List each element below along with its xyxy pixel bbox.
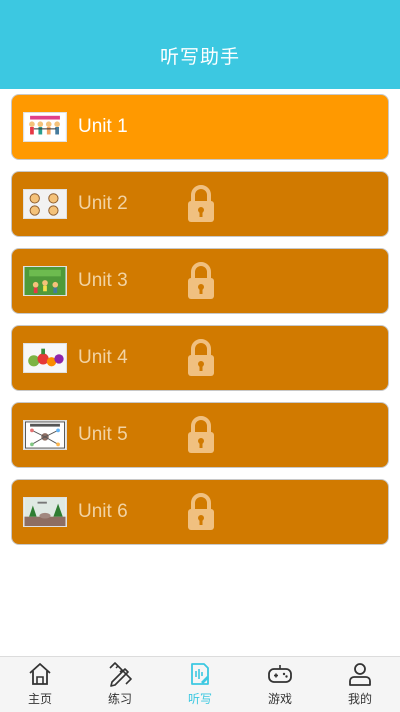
unit-card-3[interactable]: Unit 3 [11, 248, 389, 314]
unit-card-1[interactable]: Unit 1 [11, 94, 389, 160]
unit-card-6[interactable]: Unit 6 [11, 479, 389, 545]
tree-diagram-icon [23, 420, 67, 450]
playtime-icon [23, 266, 67, 296]
nav-label-home: 主页 [27, 692, 52, 706]
unit-label: Unit 4 [78, 347, 128, 368]
nav-item-dictation[interactable]: 听写 [160, 657, 240, 712]
vegetables-icon [23, 343, 67, 373]
nav-label-dictation: 听写 [187, 692, 212, 706]
unit-card-5[interactable]: Unit 5 [11, 402, 389, 468]
unit-label: Unit 2 [78, 193, 128, 214]
kids-holding-hands-icon [23, 112, 67, 142]
bottom-nav: 主页 练习 听写 游戏 我的 [0, 656, 400, 712]
unit-label: Unit 3 [78, 270, 128, 291]
home-icon [29, 663, 51, 685]
lock-icon [188, 185, 214, 222]
app-header: 听写助手 [0, 0, 400, 89]
unit-label: Unit 5 [78, 424, 128, 445]
nav-item-games[interactable]: 游戏 [240, 657, 320, 712]
nav-item-home[interactable]: 主页 [0, 657, 80, 712]
gamepad-icon [268, 665, 292, 683]
children-faces-icon [23, 189, 67, 219]
unit-list: Unit 1 Unit 2 Unit 3 Unit 4 Unit 5 Unit … [11, 94, 389, 556]
nav-item-mine[interactable]: 我的 [320, 657, 400, 712]
farm-scene-icon [23, 497, 67, 527]
nav-label-games: 游戏 [267, 692, 292, 706]
unit-card-2[interactable]: Unit 2 [11, 171, 389, 237]
unit-card-4[interactable]: Unit 4 [11, 325, 389, 391]
lock-icon [188, 262, 214, 299]
nav-label-mine: 我的 [347, 692, 372, 706]
nav-label-practice: 练习 [107, 692, 132, 706]
page-title: 听写助手 [159, 46, 240, 68]
nav-item-practice[interactable]: 练习 [80, 657, 160, 712]
lock-icon [188, 339, 214, 376]
dictation-icon [191, 663, 209, 685]
lock-icon [188, 416, 214, 453]
unit-label: Unit 1 [78, 116, 128, 137]
lock-icon [188, 493, 214, 530]
user-icon [349, 663, 371, 686]
unit-label: Unit 6 [78, 501, 128, 522]
pencil-ruler-icon [109, 662, 132, 687]
